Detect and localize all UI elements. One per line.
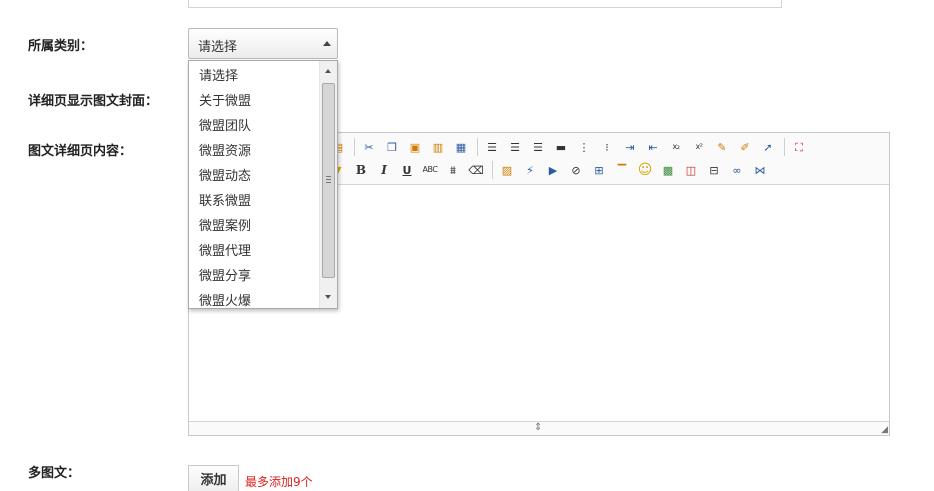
paste-text-icon[interactable]: ▥: [429, 138, 447, 156]
category-option[interactable]: 微盟团队: [189, 114, 317, 139]
image-icon[interactable]: ▨: [498, 161, 516, 179]
media-icon[interactable]: ▶: [544, 161, 562, 179]
content-label: 图文详细页内容：: [28, 144, 133, 159]
corner-resize-icon[interactable]: ◢: [881, 426, 888, 435]
toolbar-row-1: ▤ ✂ ❐ ▣ ▥ ▦ ☰ ☰ ☰ ▬ ⋮ ⁝ ⇥ ⇤ x₂ x² ✎ ✐ ➚ …: [329, 136, 813, 158]
category-select[interactable]: 请选择: [188, 28, 338, 59]
editor-statusbar: ⇕ ◢: [189, 421, 889, 435]
toolbar-separator: [492, 161, 493, 179]
hr-icon[interactable]: ▔: [613, 161, 631, 179]
strikethrough-icon[interactable]: ABC: [421, 161, 439, 179]
category-option[interactable]: 联系微盟: [189, 189, 317, 214]
indent-icon[interactable]: ⇥: [621, 138, 639, 156]
emoticon-icon[interactable]: ☺: [636, 161, 654, 179]
category-option[interactable]: 微盟火爆: [189, 289, 317, 308]
cut-icon[interactable]: ✂: [360, 138, 378, 156]
page-break-icon[interactable]: ⊟: [705, 161, 723, 179]
outdent-icon[interactable]: ⇤: [644, 138, 662, 156]
grip-icon: [326, 176, 331, 183]
picture-icon[interactable]: ▩: [659, 161, 677, 179]
ordered-list-icon[interactable]: ⋮: [575, 138, 593, 156]
align-center-icon[interactable]: ☰: [506, 138, 524, 156]
align-right-icon[interactable]: ☰: [529, 138, 547, 156]
chevron-up-icon: [323, 41, 331, 46]
clear-format-icon[interactable]: ✎: [713, 138, 731, 156]
select-all-icon[interactable]: ✐: [736, 138, 754, 156]
category-select-value: 请选择: [198, 40, 238, 55]
link-icon[interactable]: ∞: [728, 161, 746, 179]
copy-icon[interactable]: ❐: [383, 138, 401, 156]
attach-icon[interactable]: ⊘: [567, 161, 585, 179]
justify-icon[interactable]: ▬: [552, 138, 570, 156]
unordered-list-icon[interactable]: ⁝: [598, 138, 616, 156]
category-option[interactable]: 微盟动态: [189, 164, 317, 189]
category-option[interactable]: 请选择: [189, 64, 317, 89]
category-dropdown[interactable]: 请选择 关于微盟 微盟团队 微盟资源 微盟动态 联系微盟 微盟案例 微盟代理 微…: [188, 60, 338, 309]
category-option-list: 请选择 关于微盟 微盟团队 微盟资源 微盟动态 联系微盟 微盟案例 微盟代理 微…: [189, 64, 317, 308]
toolbar-separator: [477, 138, 478, 156]
superscript-icon[interactable]: x²: [690, 138, 708, 156]
scroll-down-arrow-icon[interactable]: [325, 295, 331, 299]
scroll-thumb[interactable]: [322, 83, 335, 278]
align-left-icon[interactable]: ☰: [483, 138, 501, 156]
category-option[interactable]: 微盟资源: [189, 139, 317, 164]
category-label: 所属类别：: [28, 39, 94, 54]
subscript-icon[interactable]: x₂: [667, 138, 685, 156]
add-button[interactable]: 添加: [188, 465, 239, 491]
top-text-field[interactable]: [188, 0, 782, 8]
toolbar-separator: [784, 138, 785, 156]
dropdown-scrollbar[interactable]: [319, 61, 337, 308]
underline-icon[interactable]: U: [398, 161, 416, 179]
resize-handle-icon[interactable]: ⇕: [534, 423, 542, 433]
fullscreen-icon[interactable]: ⛶: [790, 138, 808, 156]
category-option[interactable]: 微盟代理: [189, 239, 317, 264]
scroll-up-arrow-icon[interactable]: [325, 69, 331, 73]
toolbar-row-2: ▾ B I U ABC ⩩ ⌫ ▨ ⚡ ▶ ⊘ ⊞ ▔ ☺ ▩ ◫ ⊟ ∞ ⋈: [329, 159, 774, 181]
unlink-icon[interactable]: ⋈: [751, 161, 769, 179]
bold-icon[interactable]: B: [352, 161, 370, 179]
table-icon[interactable]: ⊞: [590, 161, 608, 179]
add-limit-hint: 最多添加9个: [245, 475, 313, 489]
line-height-icon[interactable]: ⩩: [444, 161, 462, 179]
category-option[interactable]: 微盟分享: [189, 264, 317, 289]
paste-icon[interactable]: ▣: [406, 138, 424, 156]
code-icon[interactable]: ◫: [682, 161, 700, 179]
toolbar-separator: [354, 138, 355, 156]
cursor-icon[interactable]: ➚: [759, 138, 777, 156]
category-option[interactable]: 微盟案例: [189, 214, 317, 239]
cover-label: 详细页显示图文封面：: [28, 94, 159, 109]
flash-icon[interactable]: ⚡: [521, 161, 539, 179]
paste-word-icon[interactable]: ▦: [452, 138, 470, 156]
eraser-icon[interactable]: ⌫: [467, 161, 485, 179]
italic-icon[interactable]: I: [375, 161, 393, 179]
multi-image-label: 多图文：: [28, 466, 81, 481]
category-option[interactable]: 关于微盟: [189, 89, 317, 114]
